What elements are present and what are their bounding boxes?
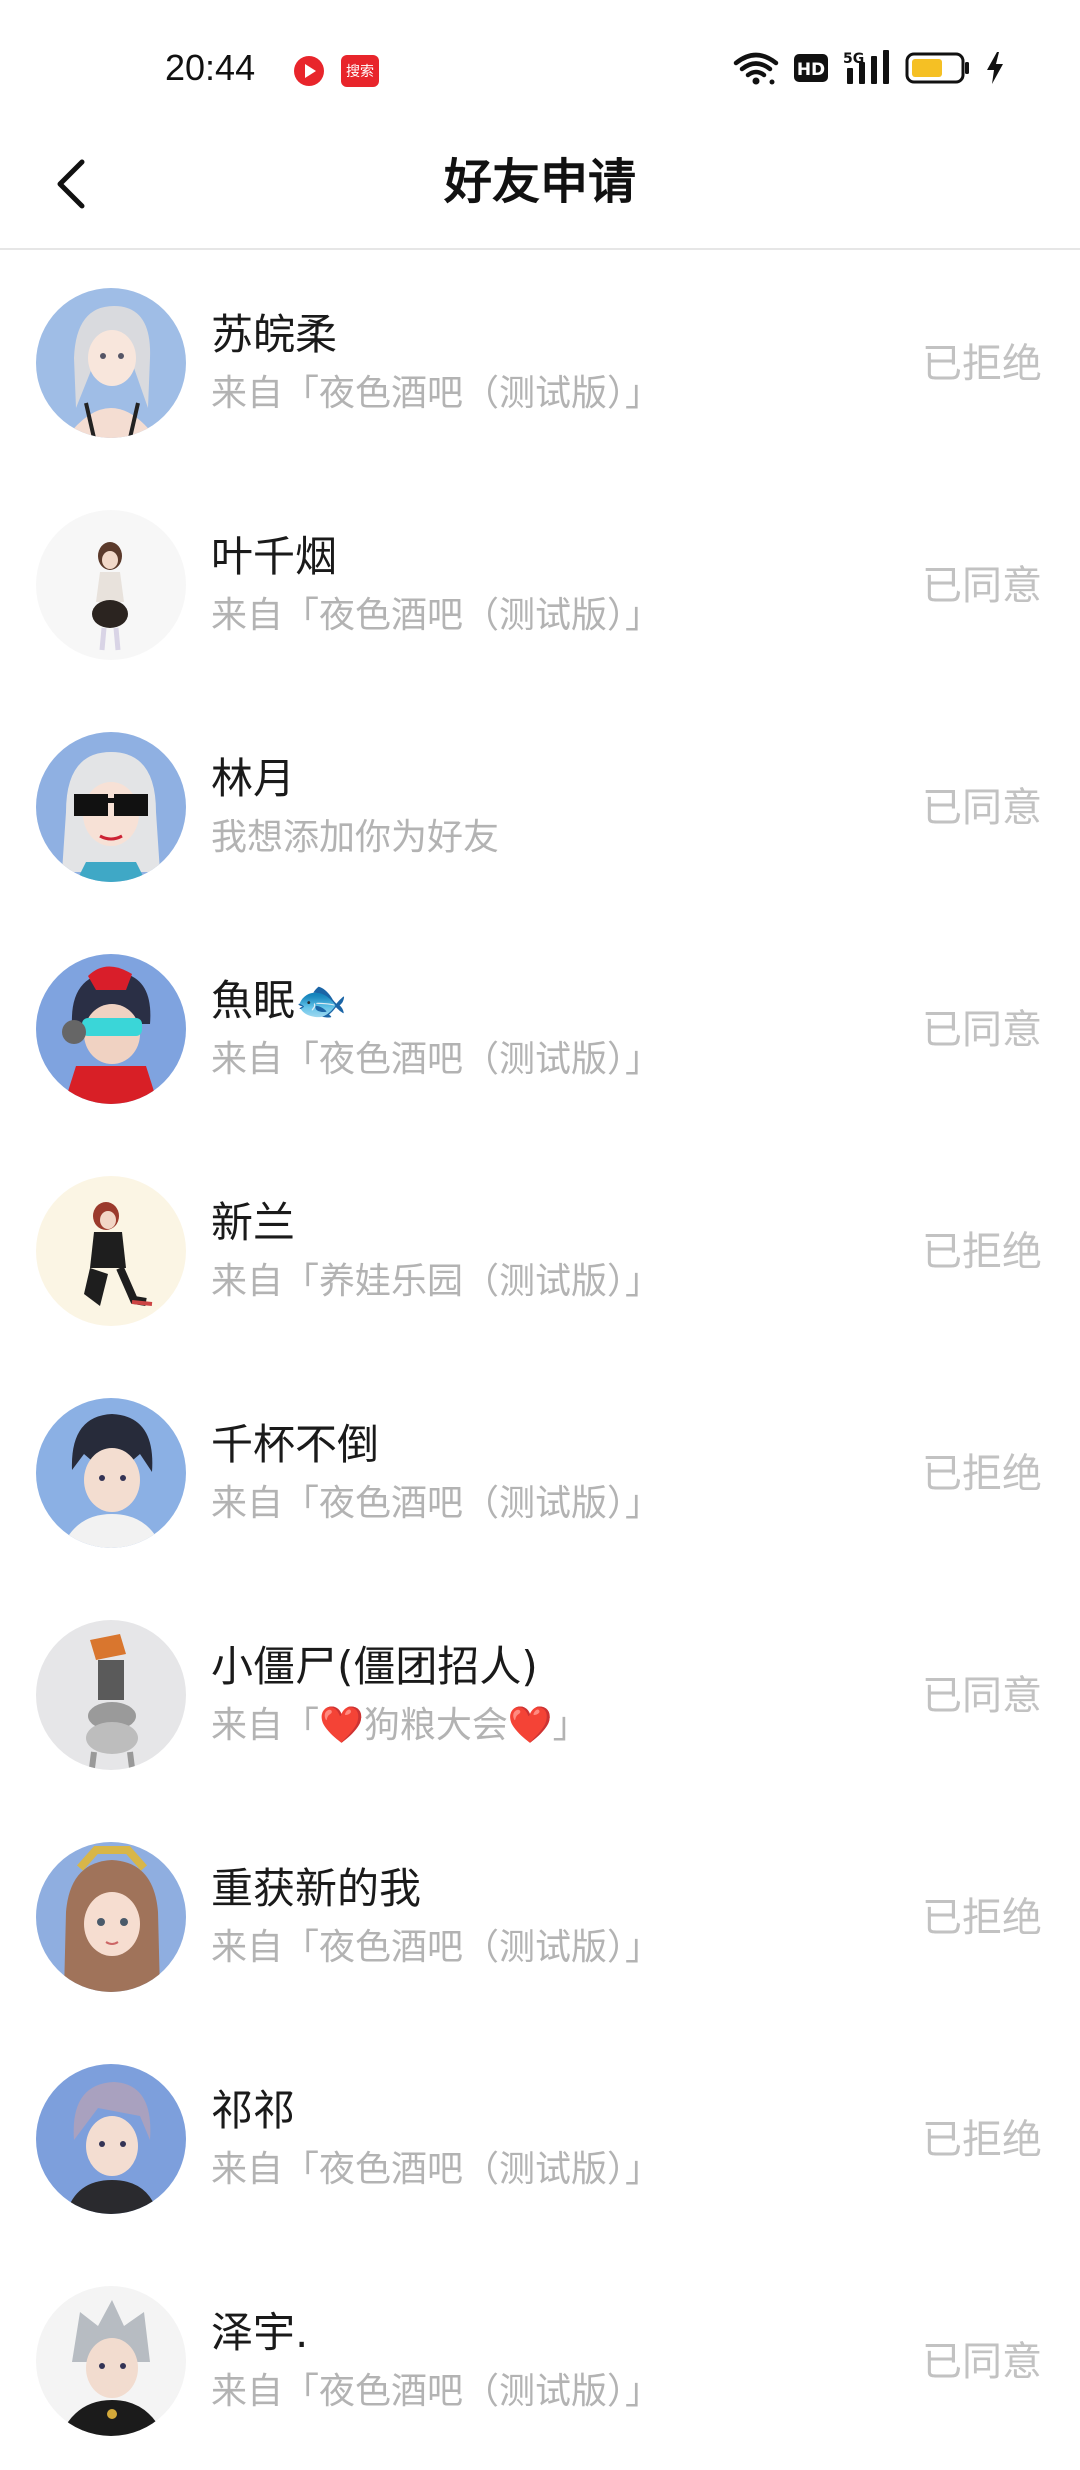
avatar[interactable] — [36, 510, 186, 660]
request-source: 来自「养娃乐园（测试版）」 — [211, 1261, 662, 1302]
avatar[interactable] — [36, 288, 186, 438]
avatar[interactable] — [36, 954, 186, 1104]
hd-badge-text: HD — [797, 60, 825, 80]
friend-name: 新兰 — [211, 1198, 296, 1247]
friend-name: 重获新的我 — [211, 1864, 422, 1913]
request-source: 来自「夜色酒吧（测试版）」 — [211, 595, 662, 636]
request-status-label: 已同意 — [922, 785, 1042, 831]
friend-name: 小僵尸(僵团招人) — [211, 1642, 538, 1691]
video-app-icon — [292, 54, 326, 88]
request-source: 来自「夜色酒吧（测试版）」 — [211, 373, 662, 414]
avatar[interactable] — [36, 732, 186, 882]
request-source: 来自「夜色酒吧（测试版）」 — [211, 1927, 662, 1968]
request-status-label: 已同意 — [922, 1007, 1042, 1053]
friend-request-row[interactable]: 魚眠🐟 来自「夜色酒吧（测试版）」 已同意 — [0, 916, 1080, 1138]
charging-icon — [987, 52, 1003, 84]
avatar[interactable] — [36, 1842, 186, 1992]
request-source: 来自「夜色酒吧（测试版）」 — [211, 2149, 662, 2190]
friend-name: 林月 — [211, 754, 296, 803]
friend-name: 叶千烟 — [211, 532, 338, 581]
request-status-label: 已拒绝 — [922, 1895, 1042, 1941]
hd-icon: HD — [794, 54, 828, 82]
friend-request-row[interactable]: 叶千烟 来自「夜色酒吧（测试版）」 已同意 — [0, 472, 1080, 694]
friend-request-row[interactable]: 林月 我想添加你为好友 已同意 — [0, 694, 1080, 916]
friend-request-row[interactable]: 苏皖柔 来自「夜色酒吧（测试版）」 已拒绝 — [0, 250, 1080, 472]
search-badge-text: 搜索 — [346, 63, 374, 80]
request-source: 我想添加你为好友 — [211, 817, 500, 858]
friend-request-row[interactable]: 新兰 来自「养娃乐园（测试版）」 已拒绝 — [0, 1138, 1080, 1360]
friend-request-row[interactable]: 祁祁 来自「夜色酒吧（测试版）」 已拒绝 — [0, 2026, 1080, 2248]
page-title: 好友申请 — [443, 154, 636, 210]
request-source: 来自「夜色酒吧（测试版）」 — [211, 1039, 662, 1080]
wifi-icon — [733, 52, 779, 85]
request-status-label: 已同意 — [922, 2339, 1042, 2385]
request-source: 来自「❤️狗粮大会❤️」 — [211, 1705, 589, 1746]
friend-request-list: 苏皖柔 来自「夜色酒吧（测试版）」 已拒绝 叶千烟 来自「夜色酒吧（测试版）」 … — [0, 250, 1080, 2470]
avatar[interactable] — [36, 2286, 186, 2436]
request-source: 来自「夜色酒吧（测试版）」 — [211, 2371, 662, 2412]
friend-name: 祁祁 — [211, 2086, 296, 2135]
avatar[interactable] — [36, 1398, 186, 1548]
friend-name: 苏皖柔 — [211, 310, 338, 359]
status-icons: HD 5G — [733, 48, 1005, 88]
friend-request-row[interactable]: 泽宇. 来自「夜色酒吧（测试版）」 已同意 — [0, 2248, 1080, 2470]
friend-name: 泽宇. — [211, 2308, 309, 2357]
friend-name: 千杯不倒 — [211, 1420, 380, 1469]
friend-request-row[interactable]: 小僵尸(僵团招人) 来自「❤️狗粮大会❤️」 已同意 — [0, 1582, 1080, 1804]
avatar[interactable] — [36, 2064, 186, 2214]
friend-name: 魚眠🐟 — [211, 976, 348, 1025]
status-time: 20:44 — [165, 47, 256, 88]
request-status-label: 已拒绝 — [922, 1451, 1042, 1497]
request-status-label: 已同意 — [922, 1673, 1042, 1719]
friend-request-row[interactable]: 重获新的我 来自「夜色酒吧（测试版）」 已拒绝 — [0, 1804, 1080, 2026]
status-bar: 20:44 搜索 HD 5G — [0, 0, 1080, 120]
avatar[interactable] — [36, 1176, 186, 1326]
avatar[interactable] — [36, 1620, 186, 1770]
request-source: 来自「夜色酒吧（测试版）」 — [211, 1483, 662, 1524]
search-app-icon: 搜索 — [340, 54, 380, 88]
request-status-label: 已拒绝 — [922, 2117, 1042, 2163]
friend-request-row[interactable]: 千杯不倒 来自「夜色酒吧（测试版）」 已拒绝 — [0, 1360, 1080, 1582]
request-status-label: 已拒绝 — [922, 1229, 1042, 1275]
request-status-label: 已拒绝 — [922, 341, 1042, 387]
battery-icon — [905, 52, 969, 84]
signal-5g-icon: 5G — [843, 50, 889, 84]
header-bar: 好友申请 — [0, 120, 1080, 250]
request-status-label: 已同意 — [922, 563, 1042, 609]
